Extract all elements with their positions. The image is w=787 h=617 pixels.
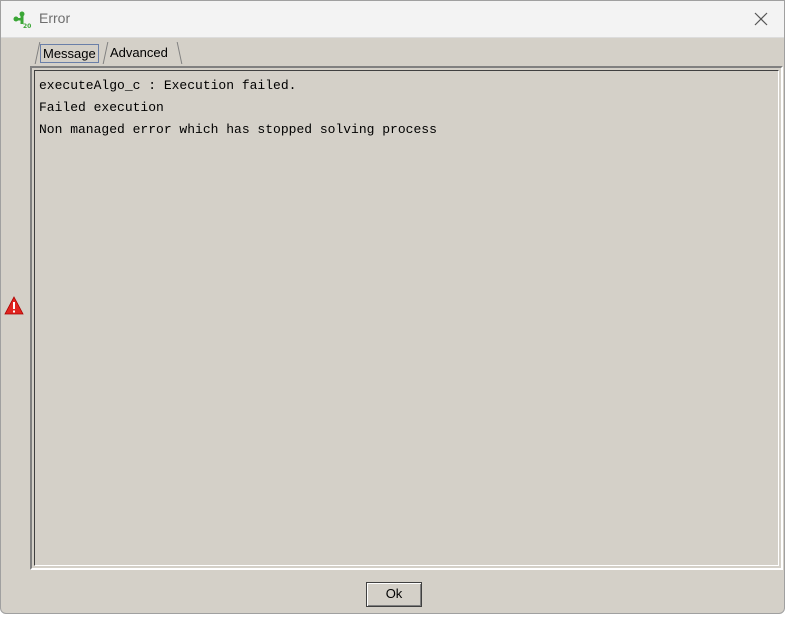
close-button[interactable]: [738, 1, 784, 37]
message-line: executeAlgo_c : Execution failed.: [39, 78, 297, 93]
warning-icon: [4, 296, 24, 315]
tab-edge: [102, 42, 109, 64]
message-line: Failed execution: [39, 100, 164, 115]
message-text-area[interactable]: executeAlgo_c : Execution failed. Failed…: [34, 70, 779, 566]
tab-edge: [176, 42, 183, 64]
title-bar[interactable]: 20 Error: [1, 1, 784, 38]
ok-button[interactable]: Ok: [366, 582, 422, 607]
tab-advanced-label: Advanced: [110, 45, 168, 60]
tab-message[interactable]: Message: [34, 42, 101, 64]
ok-button-label: Ok: [385, 586, 403, 601]
message-panel: executeAlgo_c : Execution failed. Failed…: [30, 66, 783, 570]
app-logo-icon: 20: [12, 10, 32, 30]
error-dialog: 20 Error Message Advanced executeAlgo_c …: [0, 0, 785, 614]
window-title: Error: [39, 10, 71, 26]
message-line: Non managed error which has stopped solv…: [39, 122, 437, 137]
tab-message-label: Message: [40, 44, 99, 63]
tab-advanced[interactable]: Advanced: [102, 42, 183, 64]
close-icon: [754, 12, 768, 26]
svg-text:20: 20: [23, 23, 31, 30]
